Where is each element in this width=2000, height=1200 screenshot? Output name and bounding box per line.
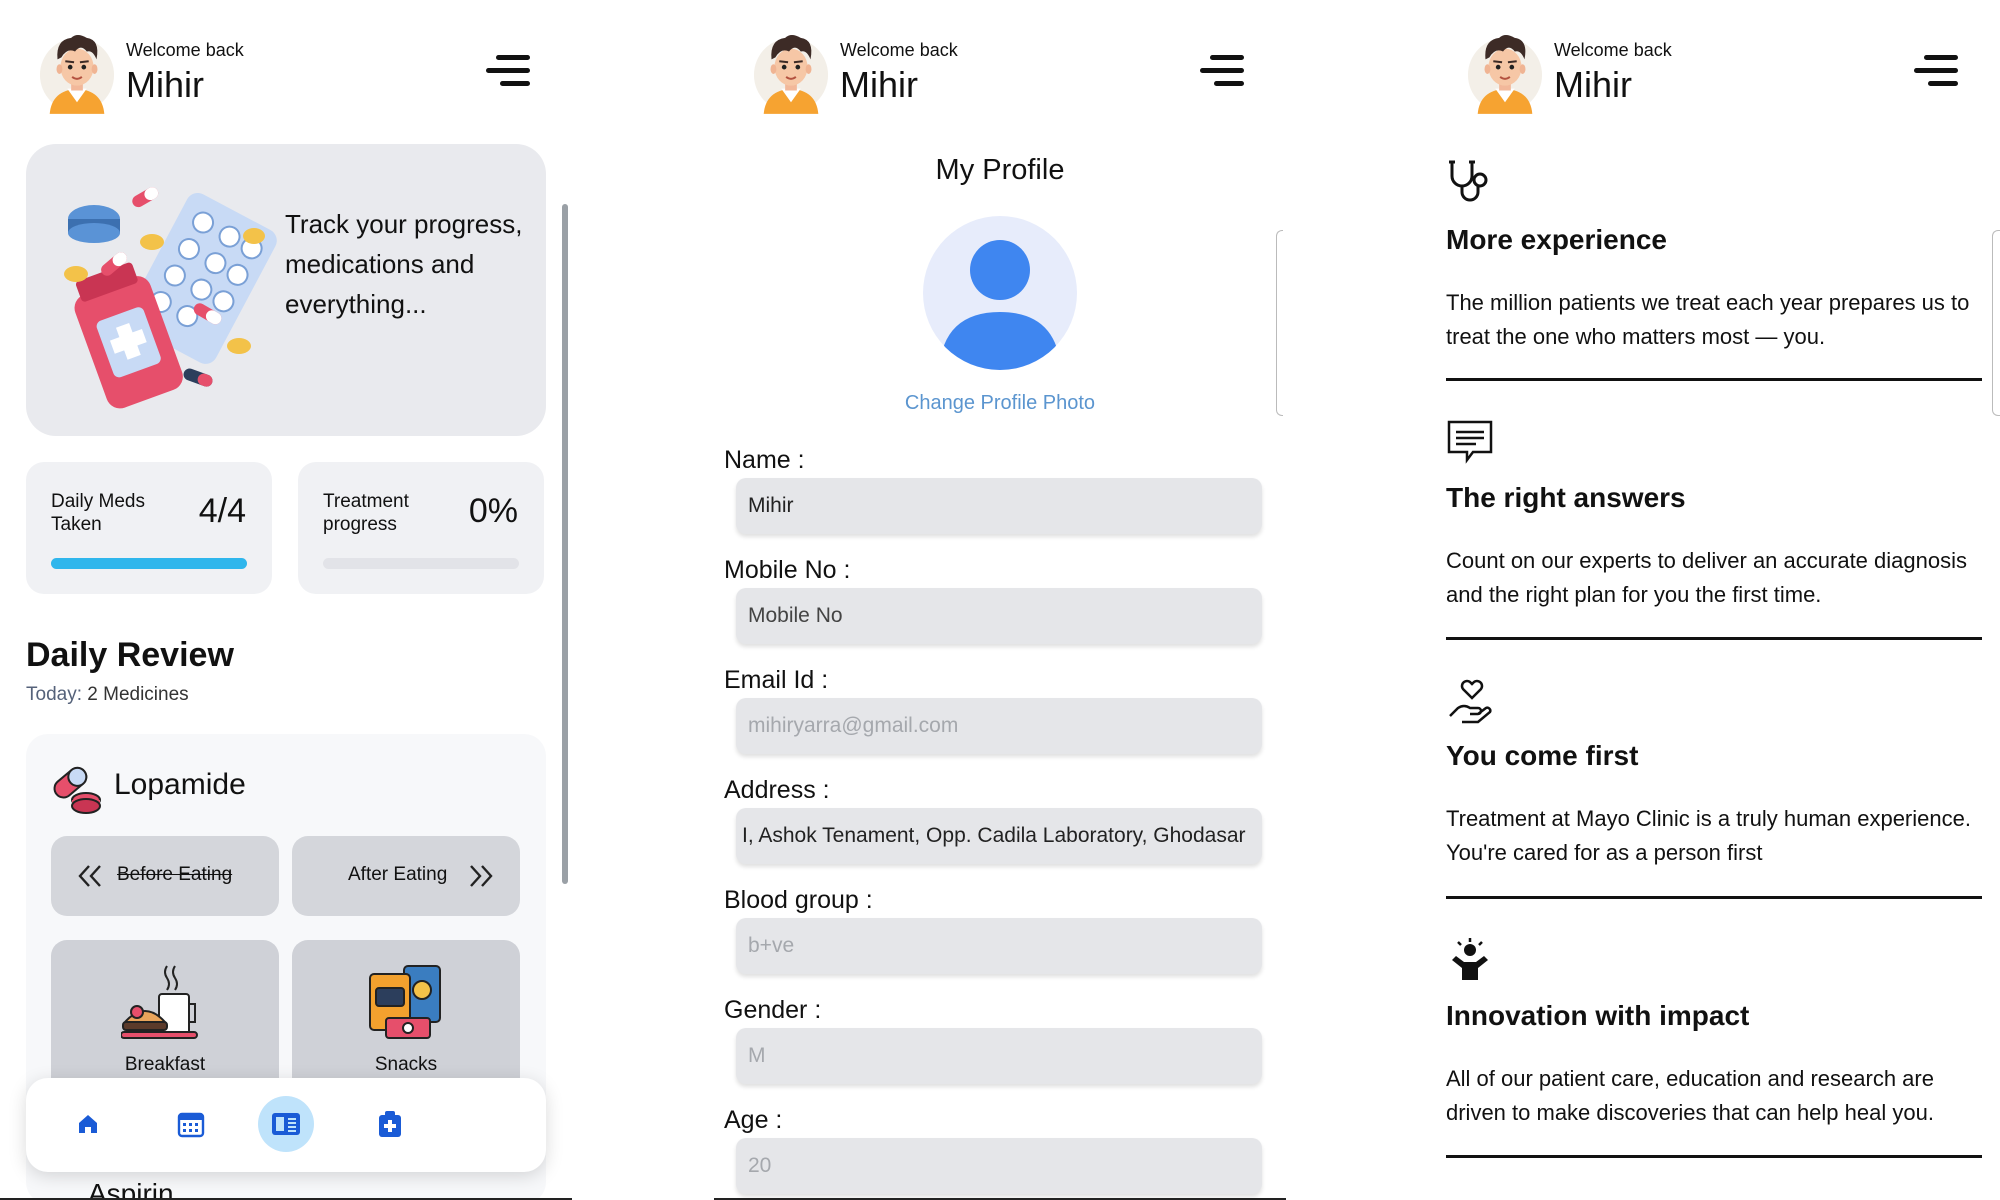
person-icon: [939, 240, 1061, 370]
before-eating-button[interactable]: Before Eating: [51, 836, 279, 916]
innovation-icon: [1452, 938, 1488, 980]
blood-group-field[interactable]: [736, 918, 1262, 974]
double-chevron-left-icon: [78, 865, 101, 887]
divider: [1446, 378, 1982, 381]
name-label: Name :: [724, 446, 805, 474]
treatment-card[interactable]: Treatment progress 0%: [298, 462, 544, 594]
snacks-icon: [369, 965, 441, 1039]
daily-meds-value: 4/4: [198, 492, 246, 530]
profile-photo[interactable]: [923, 216, 1077, 370]
divider: [1446, 637, 1982, 640]
daily-review-title: Daily Review: [26, 636, 234, 674]
menu-icon[interactable]: [484, 52, 530, 88]
feature-description: Treatment at Mayo Clinic is a truly huma…: [1446, 806, 1971, 865]
feature-title: You come first: [1446, 740, 1639, 771]
nav-book[interactable]: [258, 1096, 314, 1152]
welcome-text: Welcome back: [126, 40, 244, 60]
feature-description: Count on our experts to deliver an accur…: [1446, 548, 1967, 607]
medicine-name: Lopamide: [114, 768, 246, 801]
breakfast-icon: [121, 965, 198, 1039]
scrollbar[interactable]: [562, 204, 568, 884]
page-title: My Profile: [935, 154, 1065, 186]
user-name: Mihir: [126, 64, 204, 105]
scrollbar[interactable]: [1992, 230, 2000, 416]
email-field[interactable]: [736, 698, 1262, 754]
daily-meds-progress-bar: [51, 558, 247, 569]
feature-title: More experience: [1446, 224, 1667, 255]
mobile-label: Mobile No :: [724, 556, 851, 584]
next-medicine-name: Aspirin: [88, 1178, 174, 1200]
medication-illustration-icon: [64, 187, 277, 409]
menu-icon[interactable]: [1198, 52, 1244, 88]
divider: [1446, 1155, 1982, 1158]
today-label: Today:: [26, 684, 82, 705]
book-icon: [272, 1113, 300, 1135]
double-chevron-right-icon: [470, 865, 493, 887]
address-field[interactable]: [736, 808, 1262, 864]
snacks-label: Snacks: [374, 1054, 438, 1075]
app-header: Welcome back Mihir: [752, 30, 1252, 120]
calendar-icon: [177, 1112, 205, 1138]
user-avatar[interactable]: [1466, 30, 1544, 114]
before-eating-label: Before Eating: [117, 864, 233, 885]
gender-field[interactable]: [736, 1028, 1262, 1084]
nav-home[interactable]: [60, 1096, 116, 1152]
daily-meds-card[interactable]: Daily Meds Taken 4/4: [26, 462, 272, 594]
after-eating-label: After Eating: [348, 864, 448, 885]
stethoscope-icon: [1449, 160, 1488, 202]
daily-meds-label: Daily Meds Taken: [51, 491, 145, 535]
app-header: Welcome back Mihir: [1466, 30, 1966, 120]
divider: [1446, 896, 1982, 899]
nav-medical-kit[interactable]: [362, 1096, 418, 1152]
home-screen: Welcome back Mihir Track your progress, …: [0, 0, 572, 1200]
treatment-label: Treatment progress: [323, 491, 409, 535]
profile-screen: Welcome back Mihir My Profile Change Pro…: [714, 0, 1286, 1200]
treatment-progress-bar: [323, 558, 519, 569]
email-label: Email Id :: [724, 666, 829, 694]
welcome-text: Welcome back: [1554, 40, 1672, 60]
blood-group-label: Blood group :: [724, 886, 873, 914]
feature-description: The million patients we treat each year …: [1446, 290, 1970, 349]
daily-review-subtitle: Today: 2 Medicines: [26, 684, 189, 706]
feature-title: The right answers: [1446, 482, 1686, 513]
app-header: Welcome back Mihir: [38, 30, 538, 120]
today-value: 2 Medicines: [87, 684, 189, 705]
address-label: Address :: [724, 776, 830, 804]
home-icon: [79, 1115, 97, 1133]
about-screen: Welcome back Mihir More experience The m…: [1428, 0, 2000, 1200]
treatment-value: 0%: [468, 492, 518, 530]
chat-icon: [1447, 420, 1493, 464]
user-name: Mihir: [840, 64, 918, 105]
scrollbar[interactable]: [1276, 230, 1283, 416]
hero-banner: Track your progress, medications and eve…: [26, 144, 546, 436]
nav-calendar[interactable]: [162, 1096, 218, 1152]
breakfast-label: Breakfast: [124, 1054, 206, 1075]
change-photo-link[interactable]: Change Profile Photo: [714, 392, 1286, 415]
after-eating-button[interactable]: After Eating: [292, 836, 520, 916]
bottom-nav: [26, 1078, 546, 1172]
menu-icon[interactable]: [1912, 52, 1958, 88]
gender-label: Gender :: [724, 996, 822, 1024]
feature-description: All of our patient care, education and r…: [1446, 1066, 1934, 1125]
medical-kit-icon: [379, 1111, 401, 1137]
daily-meds-progress-fill: [51, 558, 247, 569]
welcome-text: Welcome back: [840, 40, 958, 60]
user-avatar[interactable]: [752, 30, 830, 114]
mobile-field[interactable]: [736, 588, 1262, 644]
age-label: Age :: [724, 1106, 783, 1134]
heart-hand-icon: [1449, 679, 1492, 724]
name-field[interactable]: [736, 478, 1262, 534]
user-avatar[interactable]: [38, 30, 116, 114]
feature-title: Innovation with impact: [1446, 1000, 1750, 1031]
age-field[interactable]: [736, 1138, 1262, 1194]
hero-text: Track your progress, medications and eve…: [285, 209, 523, 319]
capsule-icon: [53, 766, 101, 814]
user-name: Mihir: [1554, 64, 1632, 105]
